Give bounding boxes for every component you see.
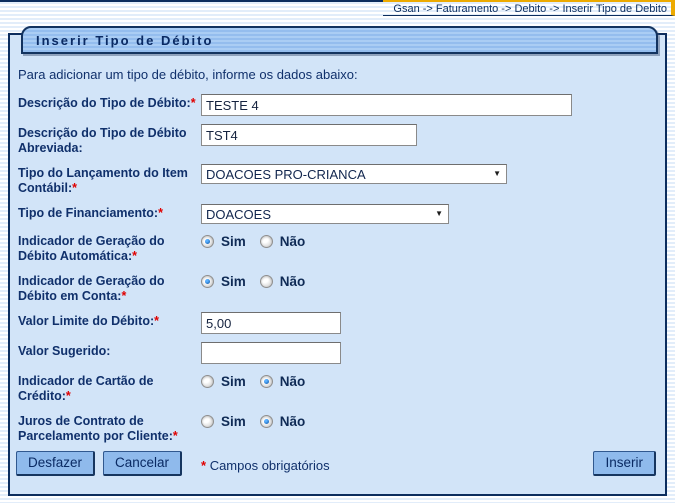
radio-label-nao: Não xyxy=(280,274,306,289)
required-asterisk: * xyxy=(201,458,206,473)
radio-label-sim: Sim xyxy=(221,414,246,429)
geracao-em-conta-nao-radio[interactable] xyxy=(260,275,273,288)
tipo-financiamento-select[interactable]: DOACOES ▼ xyxy=(201,204,449,224)
juros-parcelamento-radio-group: Sim Não xyxy=(201,414,659,429)
row-valor-sugerido: Valor Sugerido: xyxy=(18,342,659,364)
geracao-automatica-nao-radio[interactable] xyxy=(260,235,273,248)
cancelar-button[interactable]: Cancelar xyxy=(103,451,182,476)
label-geracao-automatica: Indicador de Geração do Débito Automátic… xyxy=(18,232,201,264)
required-asterisk: * xyxy=(154,314,159,328)
descricao-tipo-debito-input[interactable] xyxy=(201,94,572,116)
inserir-button[interactable]: Inserir xyxy=(593,451,656,476)
radio-label-sim: Sim xyxy=(221,234,246,249)
row-geracao-automatica: Indicador de Geração do Débito Automátic… xyxy=(18,232,659,264)
radio-label-nao: Não xyxy=(280,414,306,429)
label-valor-sugerido: Valor Sugerido: xyxy=(18,342,201,359)
intro-text: Para adicionar um tipo de débito, inform… xyxy=(18,67,659,82)
juros-parcelamento-nao-radio[interactable] xyxy=(260,415,273,428)
panel-title-bar: Inserir Tipo de Débito xyxy=(21,26,658,54)
cartao-credito-sim-radio[interactable] xyxy=(201,375,214,388)
row-tipo-financiamento: Tipo de Financiamento:* DOACOES ▼ xyxy=(18,204,659,224)
geracao-automatica-radio-group: Sim Não xyxy=(201,234,659,249)
radio-label-sim: Sim xyxy=(221,374,246,389)
cartao-credito-nao-radio[interactable] xyxy=(260,375,273,388)
required-asterisk: * xyxy=(72,181,77,195)
descricao-abreviada-input[interactable] xyxy=(201,124,417,146)
dropdown-arrow-icon: ▼ xyxy=(493,170,501,178)
required-asterisk: * xyxy=(191,96,196,110)
valor-limite-input[interactable] xyxy=(201,312,341,334)
juros-parcelamento-sim-radio[interactable] xyxy=(201,415,214,428)
label-tipo-financiamento: Tipo de Financiamento:* xyxy=(18,204,201,221)
label-cartao-credito: Indicador de Cartão de Crédito:* xyxy=(18,372,201,404)
top-bar-line xyxy=(0,0,383,16)
top-bar: Gsan -> Faturamento -> Debito -> Inserir… xyxy=(0,0,675,16)
radio-label-nao: Não xyxy=(280,374,306,389)
row-descricao-abreviada: Descrição do Tipo de Débito Abreviada: xyxy=(18,124,659,156)
required-asterisk: * xyxy=(158,206,163,220)
tipo-lancamento-selected-value: DOACOES PRO-CRIANCA xyxy=(206,167,366,182)
label-valor-limite: Valor Limite do Débito:* xyxy=(18,312,201,329)
insert-debit-type-panel: Inserir Tipo de Débito Para adicionar um… xyxy=(8,33,667,496)
radio-label-nao: Não xyxy=(280,234,306,249)
row-cartao-credito: Indicador de Cartão de Crédito:* Sim Não xyxy=(18,372,659,404)
geracao-em-conta-radio-group: Sim Não xyxy=(201,274,659,289)
page-title: Inserir Tipo de Débito xyxy=(36,33,213,48)
row-geracao-em-conta: Indicador de Geração do Débito em Conta:… xyxy=(18,272,659,304)
required-asterisk: * xyxy=(173,429,178,443)
geracao-automatica-sim-radio[interactable] xyxy=(201,235,214,248)
desfazer-button[interactable]: Desfazer xyxy=(16,451,95,476)
required-fields-note: * Campos obrigatórios xyxy=(201,458,659,473)
dropdown-arrow-icon: ▼ xyxy=(435,210,443,218)
label-descricao-tipo-debito: Descrição do Tipo de Débito:* xyxy=(18,94,201,111)
tipo-financiamento-selected-value: DOACOES xyxy=(206,207,271,222)
breadcrumb[interactable]: Gsan -> Faturamento -> Debito -> Inserir… xyxy=(383,0,675,16)
label-juros-parcelamento: Juros de Contrato de Parcelamento por Cl… xyxy=(18,412,201,444)
row-tipo-lancamento: Tipo do Lançamento do Item Contábil:* DO… xyxy=(18,164,659,196)
label-geracao-em-conta: Indicador de Geração do Débito em Conta:… xyxy=(18,272,201,304)
radio-label-sim: Sim xyxy=(221,274,246,289)
valor-sugerido-input[interactable] xyxy=(201,342,341,364)
tipo-lancamento-select[interactable]: DOACOES PRO-CRIANCA ▼ xyxy=(201,164,507,184)
row-juros-parcelamento: Juros de Contrato de Parcelamento por Cl… xyxy=(18,412,659,444)
row-valor-limite: Valor Limite do Débito:* xyxy=(18,312,659,334)
required-asterisk: * xyxy=(132,249,137,263)
label-tipo-lancamento: Tipo do Lançamento do Item Contábil:* xyxy=(18,164,201,196)
row-descricao-tipo-debito: Descrição do Tipo de Débito:* xyxy=(18,94,659,116)
required-asterisk: * xyxy=(121,289,126,303)
required-asterisk: * xyxy=(66,389,71,403)
cartao-credito-radio-group: Sim Não xyxy=(201,374,659,389)
geracao-em-conta-sim-radio[interactable] xyxy=(201,275,214,288)
label-descricao-abreviada: Descrição do Tipo de Débito Abreviada: xyxy=(18,124,201,156)
